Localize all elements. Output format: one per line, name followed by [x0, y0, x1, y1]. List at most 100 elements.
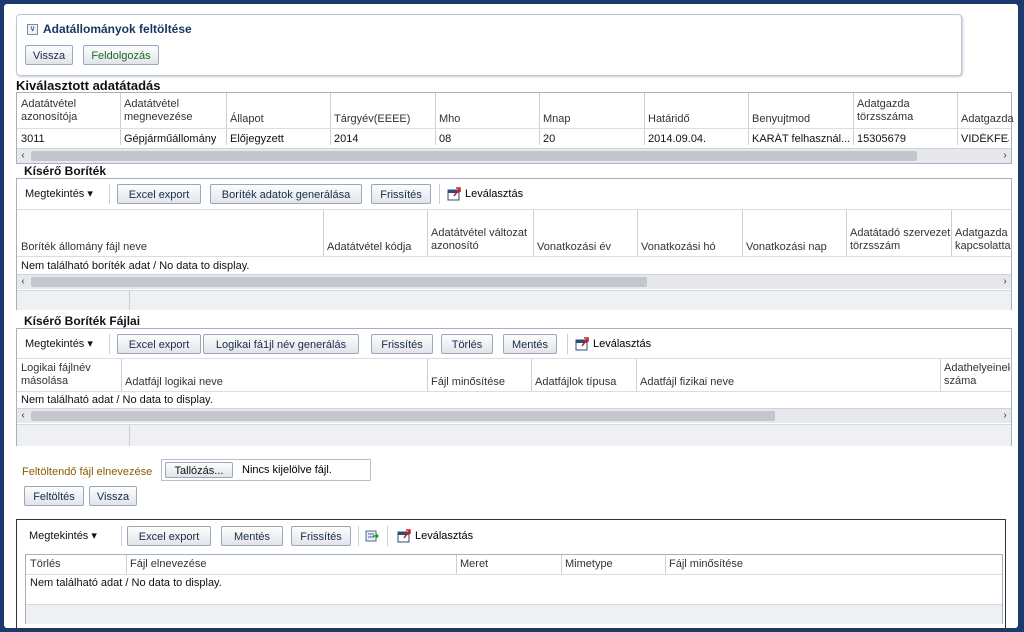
col-header: Logikai fájlnév másolása	[21, 362, 91, 387]
collapse-icon[interactable]: ∨	[27, 24, 38, 35]
cell-submit-mode: KARÁT felhasznál...	[752, 133, 850, 145]
col-header: Meret	[460, 558, 489, 570]
chevron-down-icon: ▾	[87, 338, 93, 350]
detach-window-icon[interactable]	[397, 529, 411, 543]
scroll-left-icon[interactable]: ‹	[17, 149, 29, 163]
scroll-left-icon[interactable]: ‹	[17, 409, 29, 423]
envelope-files-title: Kísérő Boríték Fájlai	[24, 314, 141, 328]
col-header: Adatgazda	[961, 113, 1014, 125]
grid-footer	[26, 604, 1002, 624]
col-header: Adatátvétel kódja	[327, 241, 412, 253]
detach-window-icon[interactable]	[447, 187, 461, 201]
selected-transfer-title: Kiválasztott adatátadás	[16, 78, 161, 93]
grid-footer	[17, 424, 1011, 446]
scroll-right-icon[interactable]: ›	[999, 275, 1011, 289]
files-container: Megtekintés ▾ Excel export Mentés Frissí…	[16, 519, 1006, 629]
cell-deadline: 2014.09.04.	[648, 133, 707, 145]
excel-export-button[interactable]: Excel export	[117, 334, 201, 354]
col-header: Fájl minősítése	[431, 376, 505, 388]
files-grid: Törlés Fájl elnevezése Meret Mimetype Fá…	[25, 554, 1003, 624]
view-menu[interactable]: Megtekintés ▾	[21, 184, 97, 204]
scroll-left-icon[interactable]: ‹	[17, 275, 29, 289]
save-button[interactable]: Mentés	[503, 334, 557, 354]
app-frame: ∨ Adatállományok feltöltése Vissza Feldo…	[4, 4, 1018, 629]
detach-label[interactable]: Leválasztás	[415, 530, 473, 542]
back-button-2[interactable]: Vissza	[89, 486, 137, 506]
view-menu-label: Megtekintés	[29, 530, 89, 542]
browse-button[interactable]: Tallózás...	[165, 462, 233, 478]
col-header: Adatfájlok típusa	[535, 376, 617, 388]
back-button[interactable]: Vissza	[25, 45, 73, 65]
col-header: Vonatkozási hó	[641, 241, 716, 253]
cell-owner-reg: 15305679	[857, 133, 906, 145]
col-header: Adatátvétel megnevezése	[124, 98, 193, 123]
chevron-down-icon: ▾	[87, 188, 93, 200]
upload-button[interactable]: Feltöltés	[24, 486, 84, 506]
no-file-text: Nincs kijelölve fájl.	[242, 464, 332, 476]
col-header: Adathelyeinek száma	[944, 362, 1010, 387]
grid-footer	[17, 290, 1011, 310]
horizontal-scrollbar[interactable]: ‹ ›	[17, 274, 1011, 289]
scroll-right-icon[interactable]: ›	[999, 409, 1011, 423]
view-menu-label: Megtekintés	[25, 338, 85, 350]
view-menu[interactable]: Megtekintés ▾	[21, 334, 97, 354]
col-header: Határidő	[648, 113, 690, 125]
no-data-message: Nem található adat / No data to display.	[21, 394, 213, 406]
refresh-button[interactable]: Frissítés	[371, 334, 433, 354]
file-name-label: Feltöltendő fájl elnevezése	[22, 466, 153, 478]
col-header: Adatátadó szervezet törzsszám	[850, 227, 951, 252]
cell-year: 2014	[334, 133, 359, 145]
detach-label[interactable]: Leválasztás	[593, 338, 651, 350]
selected-transfer-grid: Adatátvétel azonosítója Adatátvétel megn…	[16, 92, 1014, 164]
horizontal-scrollbar[interactable]: ‹ ›	[17, 148, 1011, 163]
no-data-message: Nem található boríték adat / No data to …	[21, 260, 250, 272]
scroll-right-icon[interactable]: ›	[999, 149, 1011, 163]
delete-button[interactable]: Törlés	[441, 334, 493, 354]
excel-export-button[interactable]: Excel export	[127, 526, 211, 546]
col-header: Boríték állomány fájl neve	[21, 241, 147, 253]
detach-label[interactable]: Leválasztás	[465, 188, 523, 200]
cell-day: 20	[543, 133, 556, 145]
save-button[interactable]: Mentés	[221, 526, 283, 546]
col-header: Adatfájl fizikai neve	[640, 376, 735, 388]
process-button[interactable]: Feldolgozás	[83, 45, 159, 65]
refresh-button[interactable]: Frissítés	[371, 184, 431, 204]
scroll-thumb[interactable]	[31, 411, 775, 421]
upload-panel-title: Adatállományok feltöltése	[43, 22, 192, 36]
envelope-title: Kísérő Boríték	[24, 164, 107, 178]
chevron-down-icon: ▾	[91, 530, 97, 542]
col-header: Benyujtmod	[752, 113, 811, 125]
cell-name: Gépjárműállomány	[124, 133, 217, 145]
view-menu-label: Megtekintés	[25, 188, 85, 200]
excel-export-button[interactable]: Excel export	[117, 184, 201, 204]
horizontal-scrollbar[interactable]: ‹ ›	[17, 408, 1011, 423]
detach-window-icon[interactable]	[575, 337, 589, 351]
col-header: Mho	[439, 113, 461, 125]
col-header: Vonatkozási év	[537, 241, 611, 253]
col-header: Adatgazda törzsszáma	[857, 98, 914, 123]
cell-status: Előjegyzett	[230, 133, 284, 145]
no-data-message: Nem található adat / No data to display.	[30, 577, 222, 589]
generate-envelope-button[interactable]: Boríték adatok generálása	[210, 184, 362, 204]
cell-id: 3011	[21, 133, 45, 145]
add-row-icon[interactable]	[365, 529, 380, 543]
col-header: Adatgazda kapcsolattartó	[955, 227, 1011, 252]
col-header: Adatátvétel azonosítója	[21, 98, 78, 123]
upload-panel: ∨ Adatállományok feltöltése Vissza Feldo…	[16, 14, 962, 76]
scroll-thumb[interactable]	[31, 277, 647, 287]
generate-logical-name-button[interactable]: Logikai fá1jl név generálás	[203, 334, 359, 354]
envelope-files-grid: Megtekintés ▾ Excel export Logikai fá1jl…	[16, 328, 1012, 446]
col-header: Vonatkozási nap	[746, 241, 827, 253]
col-header: Mnap	[543, 113, 571, 125]
col-header: Mimetype	[565, 558, 613, 570]
col-header: Fájl elnevezése	[130, 558, 207, 570]
refresh-button[interactable]: Frissítés	[291, 526, 351, 546]
file-input[interactable]: Tallózás... Nincs kijelölve fájl.	[161, 459, 371, 481]
col-header: Fájl minősítése	[669, 558, 743, 570]
cell-owner: VIDÉKFEJL	[961, 133, 1009, 145]
col-header: Törlés	[30, 558, 61, 570]
scroll-thumb[interactable]	[31, 151, 917, 161]
envelope-grid: Megtekintés ▾ Excel export Boríték adato…	[16, 178, 1012, 310]
col-header: Állapot	[230, 113, 264, 125]
view-menu[interactable]: Megtekintés ▾	[25, 526, 101, 546]
